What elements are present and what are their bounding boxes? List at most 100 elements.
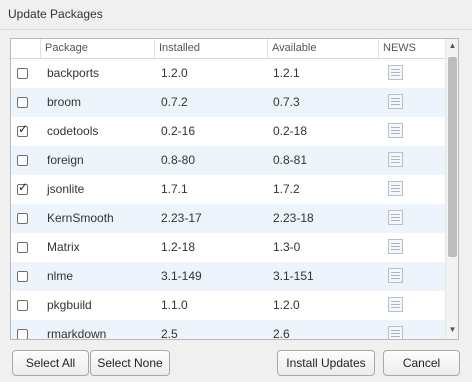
table-row[interactable]: ✓ codetools 0.2-16 0.2-18	[11, 117, 445, 146]
available-version: 1.7.2	[273, 182, 300, 196]
news-document-icon[interactable]	[388, 181, 403, 196]
package-name: foreign	[47, 153, 84, 167]
row-checkbox[interactable]	[17, 271, 28, 282]
header-select	[11, 39, 40, 58]
document-line	[391, 336, 400, 337]
document-line	[391, 330, 400, 331]
table-body: backports 1.2.0 1.2.1 broom 0.7.2 0.7.3 ✓ codet…	[11, 59, 445, 339]
row-checkbox[interactable]: ✓	[17, 180, 29, 195]
package-name: Matrix	[47, 240, 80, 254]
document-line	[391, 104, 400, 105]
installed-version: 1.2.0	[161, 66, 188, 80]
news-document-icon[interactable]	[388, 297, 403, 312]
checkmark-icon: ✓	[18, 122, 29, 136]
document-line	[391, 156, 400, 157]
news-document-icon[interactable]	[388, 65, 403, 80]
checkmark-icon: ✓	[18, 180, 29, 194]
available-version: 1.3-0	[273, 240, 301, 254]
table-row[interactable]: rmarkdown 2.5 2.6	[11, 320, 445, 339]
news-document-icon[interactable]	[388, 123, 403, 138]
document-line	[391, 243, 400, 244]
package-name: pkgbuild	[47, 298, 92, 312]
package-name: rmarkdown	[47, 327, 107, 339]
news-document-icon[interactable]	[388, 268, 403, 283]
table-row[interactable]: broom 0.7.2 0.7.3	[11, 88, 445, 117]
document-line	[391, 333, 400, 334]
news-document-icon[interactable]	[388, 152, 403, 167]
row-checkbox[interactable]	[17, 68, 28, 79]
document-line	[391, 162, 400, 163]
packages-table: Package Installed Available NEWS backpor…	[10, 38, 459, 340]
document-line	[391, 185, 400, 186]
document-line	[391, 220, 400, 221]
news-document-icon[interactable]	[388, 326, 403, 339]
cancel-button[interactable]: Cancel	[383, 350, 460, 376]
titlebar: Update Packages	[0, 0, 472, 30]
select-all-button[interactable]: Select All	[12, 350, 89, 376]
installed-version: 1.2-18	[161, 240, 196, 254]
package-name: backports	[47, 66, 100, 80]
scroll-down-arrow-icon[interactable]: ▼	[448, 325, 457, 335]
package-name: broom	[47, 95, 82, 109]
installed-version: 0.7.2	[161, 95, 188, 109]
installed-version: 0.8-80	[161, 153, 196, 167]
available-version: 0.7.3	[273, 95, 300, 109]
news-document-icon[interactable]	[388, 239, 403, 254]
document-line	[391, 278, 400, 279]
news-document-icon[interactable]	[388, 94, 403, 109]
document-line	[391, 101, 400, 102]
available-version: 2.23-18	[273, 211, 314, 225]
document-line	[391, 130, 400, 131]
row-checkbox[interactable]	[17, 300, 28, 311]
header-installed[interactable]: Installed	[154, 39, 267, 58]
installed-version: 1.7.1	[161, 182, 188, 196]
available-version: 1.2.1	[273, 66, 300, 80]
document-line	[391, 72, 400, 73]
table-row[interactable]: foreign 0.8-80 0.8-81	[11, 146, 445, 175]
table-row[interactable]: KernSmooth 2.23-17 2.23-18	[11, 204, 445, 233]
table-row[interactable]: backports 1.2.0 1.2.1	[11, 59, 445, 88]
document-line	[391, 133, 400, 134]
news-document-icon[interactable]	[388, 210, 403, 225]
document-line	[391, 275, 400, 276]
row-checkbox[interactable]	[17, 155, 28, 166]
install-updates-button[interactable]: Install Updates	[277, 350, 375, 376]
row-checkbox[interactable]	[17, 213, 28, 224]
document-line	[391, 217, 400, 218]
available-version: 0.8-81	[273, 153, 308, 167]
package-name: jsonlite	[47, 182, 85, 196]
available-version: 0.2-18	[273, 124, 308, 138]
document-line	[391, 127, 400, 128]
installed-version: 1.1.0	[161, 298, 188, 312]
document-line	[391, 159, 400, 160]
installed-version: 2.23-17	[161, 211, 202, 225]
scroll-up-arrow-icon[interactable]: ▲	[448, 41, 457, 51]
table-row[interactable]: pkgbuild 1.1.0 1.2.0	[11, 291, 445, 320]
header-available[interactable]: Available	[267, 39, 378, 58]
row-checkbox[interactable]	[17, 329, 28, 339]
row-checkbox[interactable]	[17, 242, 28, 253]
document-line	[391, 188, 400, 189]
document-line	[391, 75, 400, 76]
table-row[interactable]: nlme 3.1-149 3.1-151	[11, 262, 445, 291]
table-header: Package Installed Available NEWS	[11, 39, 445, 59]
document-line	[391, 191, 400, 192]
vertical-scrollbar[interactable]: ▲ ▼	[445, 39, 458, 339]
available-version: 1.2.0	[273, 298, 300, 312]
package-name: codetools	[47, 124, 99, 138]
available-version: 2.6	[273, 327, 290, 339]
document-line	[391, 98, 400, 99]
select-none-button[interactable]: Select None	[90, 350, 170, 376]
row-checkbox[interactable]	[17, 97, 28, 108]
table-row[interactable]: ✓ jsonlite 1.7.1 1.7.2	[11, 175, 445, 204]
header-news[interactable]: NEWS	[378, 39, 445, 58]
installed-version: 2.5	[161, 327, 178, 339]
scrollbar-thumb[interactable]	[448, 57, 457, 257]
package-name: nlme	[47, 269, 74, 283]
document-line	[391, 307, 400, 308]
row-checkbox[interactable]: ✓	[17, 122, 29, 137]
package-name: KernSmooth	[47, 211, 114, 225]
update-packages-dialog: Update Packages Package Installed Availa…	[0, 0, 472, 382]
table-row[interactable]: Matrix 1.2-18 1.3-0	[11, 233, 445, 262]
header-package[interactable]: Package	[40, 39, 154, 58]
